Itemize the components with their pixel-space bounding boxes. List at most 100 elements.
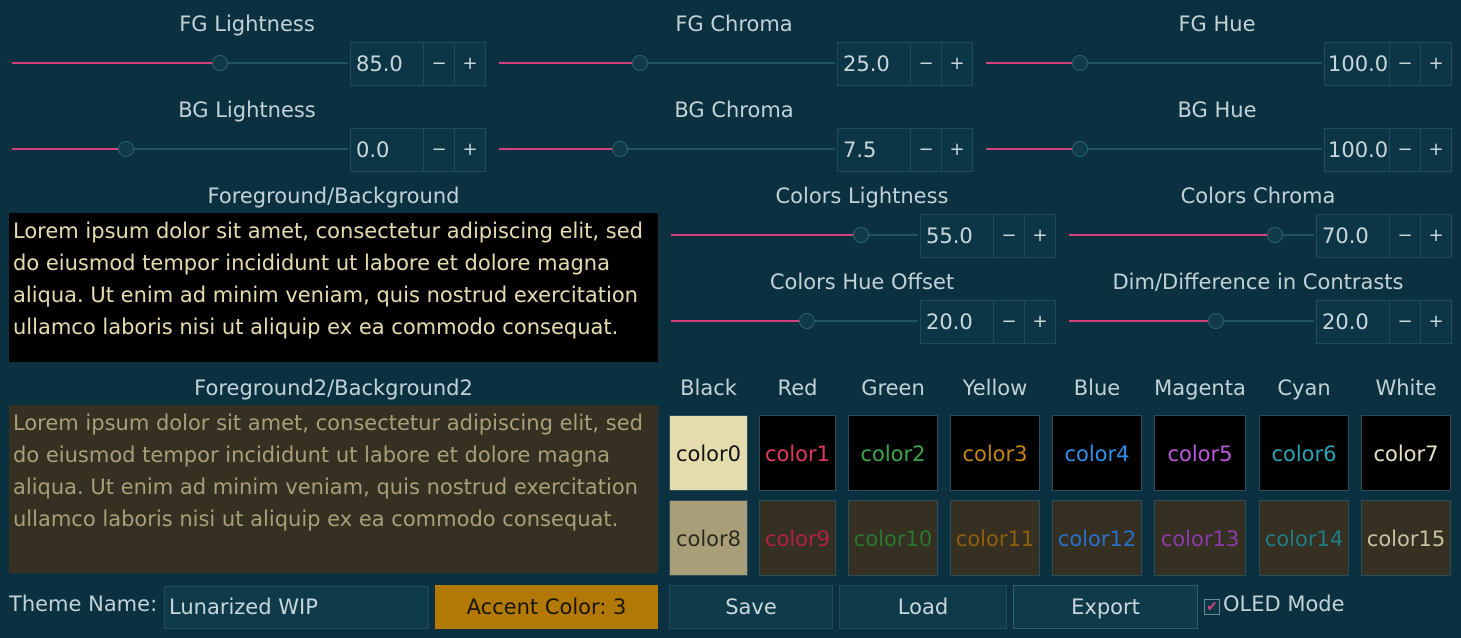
increment-button[interactable]: +: [454, 43, 485, 85]
bg-lightness-value[interactable]: 0.0: [351, 129, 423, 171]
color-swatch[interactable]: color12: [1052, 500, 1142, 576]
colors-hue-offset-slider[interactable]: [671, 313, 918, 329]
color-swatch[interactable]: color3: [950, 415, 1040, 491]
bg-chroma-spinbox[interactable]: 7.5− +: [837, 128, 973, 172]
bg-chroma-label: BG Chroma: [674, 98, 794, 122]
color-swatch[interactable]: color10: [848, 500, 938, 576]
slider-handle[interactable]: [1072, 141, 1089, 157]
slider-handle[interactable]: [853, 227, 870, 243]
increment-button[interactable]: +: [454, 129, 485, 171]
slider-handle[interactable]: [611, 141, 628, 157]
column-header: Black: [680, 376, 737, 400]
column-header: Magenta: [1154, 376, 1246, 400]
color-swatch[interactable]: color9: [759, 500, 836, 576]
bg-chroma-slider[interactable]: [499, 141, 835, 157]
color-swatch[interactable]: color8: [669, 500, 748, 576]
fg-chroma-value[interactable]: 25.0: [838, 43, 910, 85]
increment-button[interactable]: +: [1420, 129, 1451, 171]
slider-fill: [12, 62, 221, 64]
column-header: Green: [861, 376, 925, 400]
fg2-bg2-preview: Lorem ipsum dolor sit amet, consectetur …: [9, 405, 658, 573]
dim-contrasts-slider[interactable]: [1069, 313, 1314, 329]
decrement-button[interactable]: −: [1389, 215, 1420, 257]
decrement-button[interactable]: −: [910, 129, 941, 171]
increment-button[interactable]: +: [1420, 301, 1451, 343]
fg-chroma-spinbox[interactable]: 25.0− +: [837, 42, 973, 86]
slider-handle[interactable]: [1208, 313, 1224, 329]
fg-lightness-slider[interactable]: [12, 55, 348, 71]
fg-lightness-label: FG Lightness: [179, 12, 315, 36]
colors-chroma-value[interactable]: 70.0: [1317, 215, 1389, 257]
decrement-button[interactable]: −: [993, 215, 1024, 257]
color-swatch[interactable]: color14: [1259, 500, 1349, 576]
fg-hue-slider[interactable]: [986, 55, 1322, 71]
slider-fill: [671, 234, 862, 236]
fg-hue-spinbox[interactable]: 100.0− +: [1324, 42, 1452, 86]
increment-button[interactable]: +: [941, 129, 972, 171]
slider-handle[interactable]: [1266, 227, 1283, 243]
color-swatch[interactable]: color7: [1361, 415, 1451, 491]
increment-button[interactable]: +: [1420, 43, 1451, 85]
dim-contrasts-label: Dim/Difference in Contrasts: [1112, 270, 1404, 294]
decrement-button[interactable]: −: [423, 43, 454, 85]
dim-contrasts-spinbox[interactable]: 20.0− +: [1316, 300, 1452, 344]
bg-hue-spinbox[interactable]: 100.0− +: [1324, 128, 1452, 172]
decrement-button[interactable]: −: [423, 129, 454, 171]
bg-hue-value[interactable]: 100.0: [1325, 129, 1389, 171]
colors-lightness-value[interactable]: 55.0: [921, 215, 993, 257]
colors-chroma-spinbox[interactable]: 70.0− +: [1316, 214, 1452, 258]
increment-button[interactable]: +: [1024, 215, 1055, 257]
slider-handle[interactable]: [212, 55, 229, 71]
color-swatch[interactable]: color13: [1154, 500, 1246, 576]
color-swatch[interactable]: color2: [848, 415, 938, 491]
color-swatch[interactable]: color15: [1361, 500, 1451, 576]
fg-hue-label: FG Hue: [1178, 12, 1256, 36]
colors-hue-offset-spinbox[interactable]: 20.0− +: [920, 300, 1056, 344]
fg-chroma-slider[interactable]: [499, 55, 835, 71]
save-button[interactable]: Save: [669, 585, 833, 629]
colors-lightness-spinbox[interactable]: 55.0− +: [920, 214, 1056, 258]
increment-button[interactable]: +: [941, 43, 972, 85]
decrement-button[interactable]: −: [910, 43, 941, 85]
bg-chroma-value[interactable]: 7.5: [838, 129, 910, 171]
bg-hue-slider[interactable]: [986, 141, 1322, 157]
load-button[interactable]: Load: [839, 585, 1007, 629]
fg-lightness-value[interactable]: 85.0: [351, 43, 423, 85]
oled-mode-label[interactable]: OLED Mode: [1223, 592, 1345, 616]
colors-lightness-slider[interactable]: [671, 227, 918, 243]
increment-button[interactable]: +: [1024, 301, 1055, 343]
slider-handle[interactable]: [798, 313, 815, 329]
decrement-button[interactable]: −: [993, 301, 1024, 343]
slider-fill: [986, 148, 1081, 150]
bg-lightness-label: BG Lightness: [178, 98, 316, 122]
increment-button[interactable]: +: [1420, 215, 1451, 257]
fg-bg-preview: Lorem ipsum dolor sit amet, consectetur …: [9, 213, 658, 362]
accent-color-button[interactable]: Accent Color: 3: [435, 585, 658, 629]
slider-handle[interactable]: [118, 141, 135, 157]
slider-handle[interactable]: [1072, 55, 1089, 71]
decrement-button[interactable]: −: [1389, 43, 1420, 85]
color-swatch[interactable]: color5: [1154, 415, 1246, 491]
color-swatch[interactable]: color6: [1259, 415, 1349, 491]
column-header: Cyan: [1277, 376, 1331, 400]
theme-name-input[interactable]: Lunarized WIP: [164, 586, 429, 629]
bg-lightness-spinbox[interactable]: 0.0− +: [350, 128, 486, 172]
oled-mode-checkbox[interactable]: ✔: [1204, 599, 1220, 615]
slider-handle[interactable]: [632, 55, 649, 71]
colors-chroma-slider[interactable]: [1069, 227, 1314, 243]
decrement-button[interactable]: −: [1389, 301, 1420, 343]
decrement-button[interactable]: −: [1389, 129, 1420, 171]
color-swatch[interactable]: color11: [950, 500, 1040, 576]
color-swatch[interactable]: color4: [1052, 415, 1142, 491]
check-icon: ✔: [1206, 599, 1218, 615]
slider-fill: [1069, 320, 1216, 322]
color-swatch[interactable]: color1: [759, 415, 836, 491]
bg-lightness-slider[interactable]: [12, 141, 348, 157]
fg-hue-value[interactable]: 100.0: [1325, 43, 1389, 85]
column-header: White: [1375, 376, 1437, 400]
fg-lightness-spinbox[interactable]: 85.0− +: [350, 42, 486, 86]
color-swatch[interactable]: color0: [669, 415, 748, 491]
export-button[interactable]: Export: [1013, 585, 1198, 629]
colors-hue-offset-value[interactable]: 20.0: [921, 301, 993, 343]
dim-contrasts-value[interactable]: 20.0: [1317, 301, 1389, 343]
